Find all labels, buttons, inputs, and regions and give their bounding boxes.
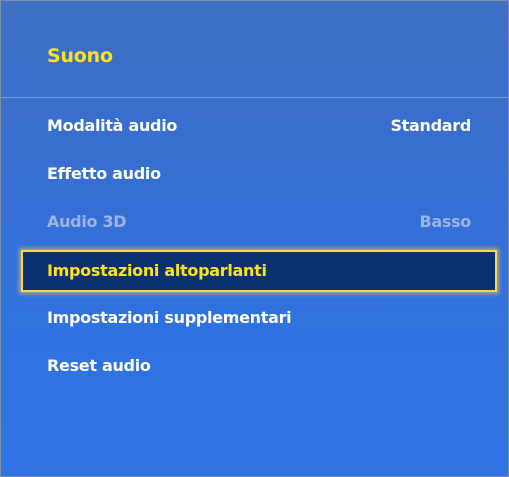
menu-item-reset-audio[interactable]: Reset audio: [47, 356, 471, 380]
title-divider: [1, 97, 508, 98]
menu-item-value: Basso: [419, 212, 471, 231]
menu-item-label: Impostazioni supplementari: [47, 308, 292, 327]
menu-item-audio-effect[interactable]: Effetto audio: [47, 164, 471, 188]
menu-title: Suono: [47, 45, 113, 67]
menu-item-label: Effetto audio: [47, 164, 161, 183]
sound-menu-panel: Suono Modalità audio Standard Effetto au…: [0, 0, 509, 477]
menu-item-label: Impostazioni altoparlanti: [47, 261, 267, 280]
menu-item-value: Standard: [390, 116, 471, 135]
menu-item-label: Audio 3D: [47, 212, 127, 231]
menu-item-speaker-settings[interactable]: Impostazioni altoparlanti: [21, 250, 497, 292]
menu-item-audio-3d: Audio 3D Basso: [47, 212, 471, 236]
menu-item-audio-mode[interactable]: Modalità audio Standard: [47, 116, 471, 140]
menu-item-label: Reset audio: [47, 356, 151, 375]
menu-item-additional-settings[interactable]: Impostazioni supplementari: [47, 308, 471, 332]
menu-item-label: Modalità audio: [47, 116, 178, 135]
